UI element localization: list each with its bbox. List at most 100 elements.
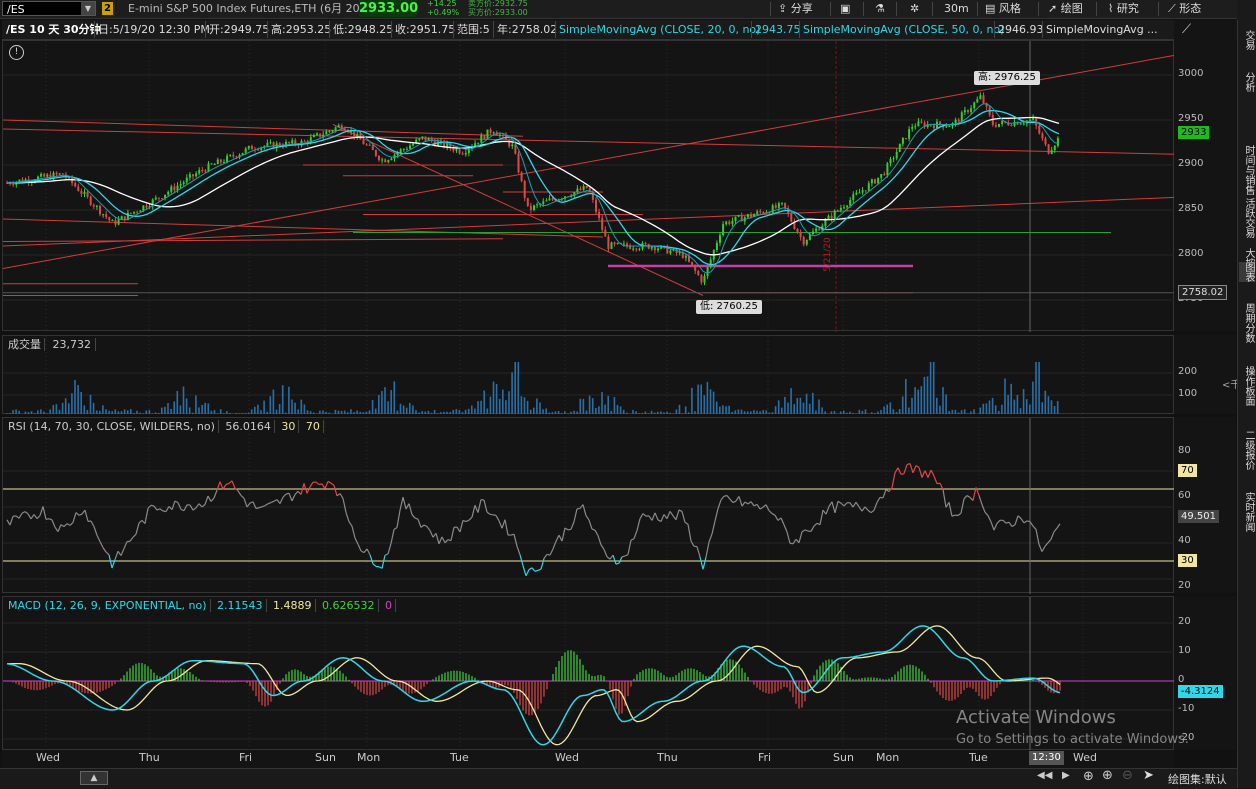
drawing-tool-icon[interactable]: ⟋ [1182,22,1191,37]
macd-histogram-bar [741,668,742,681]
volume-bar [877,412,879,414]
sidebar-tab[interactable]: 周期分数 [1239,303,1254,343]
price-tick: 2800 [1178,248,1203,260]
macd-histogram-bar [513,681,514,693]
candle-body [480,135,482,143]
rsi-segment [964,496,967,499]
candle-body [806,240,808,245]
candle-body [583,186,585,190]
gear-icon[interactable]: ✲ [910,0,919,17]
info-icon[interactable]: ! [9,45,24,60]
macd-histogram-bar [420,681,421,689]
rsi-segment [1048,539,1051,543]
macd-histogram-bar [339,671,340,681]
rsi-segment [700,557,703,569]
draw-button[interactable]: ➚ 绘图 [1048,0,1083,17]
rsi-segment [241,495,244,498]
macd-histogram-bar [459,671,460,681]
chevron-down-icon[interactable]: ▼ [81,2,95,15]
day-label: Thu [139,751,160,765]
sidebar-tab[interactable]: 图表 [1239,262,1254,282]
volume-bar [883,406,885,414]
sma3-label[interactable]: SimpleMovingAvg ... [1046,22,1158,37]
candle-body [580,189,582,190]
scroll-left-icon[interactable]: ◀◀ [1037,770,1052,781]
rsi-segment [997,520,1000,523]
macd-histogram-bar [864,678,865,681]
candle-body [158,198,160,199]
day-label: Wed [1073,751,1097,765]
macd-histogram-bar [438,675,439,681]
rsi-pane[interactable]: RSI (14, 70, 30, CLOSE, WILDERS, no) 56.… [2,417,1174,593]
macd-histogram-bar [570,650,571,681]
macd-histogram-bar [891,677,892,681]
rsi-segment [310,482,313,487]
timeframe-button[interactable]: 30m [944,0,969,17]
rsi-segment [781,518,784,525]
calendar-icon[interactable]: ▣ [840,0,850,17]
flask-icon[interactable]: ⚗ [875,0,885,17]
style-button[interactable]: ▤ 风格 [985,0,1021,17]
macd-histogram-bar [798,681,799,709]
volume-bar [214,410,216,414]
volume-bar [589,396,591,414]
rsi-label[interactable]: RSI (14, 70, 30, CLOSE, WILDERS, no) [5,420,219,433]
zoom-in-icon[interactable]: ⊕ [1102,768,1113,783]
sidebar-tab[interactable]: 活跃交易 [1239,198,1254,238]
sma50-label[interactable]: SimpleMovingAvg (CLOSE, 50, 0, no) [803,22,1004,37]
macd-histogram-bar [921,671,922,681]
macd-histogram-bar [114,681,115,684]
candle-body [638,249,640,250]
rsi-segment [688,524,691,541]
volume-bar [245,413,247,414]
candle-body [831,216,833,219]
sidebar-tab[interactable]: 分析 [1239,72,1254,92]
candle-body [87,192,89,197]
symbol-input[interactable]: /ES ▼ [2,1,96,16]
crosshair-icon[interactable]: ⊕ [1083,769,1094,784]
rsi-tick: 80 [1178,445,1191,457]
divider [1038,2,1039,16]
link-group-badge[interactable]: 2 [102,2,113,15]
macd-label[interactable]: MACD (12, 26, 9, EXPONENTIAL, no) [5,599,211,612]
share-button[interactable]: ⇪ 分享 [778,0,813,17]
rsi-segment [877,497,880,502]
volume-pane[interactable]: 成交量 23,732 [2,335,1174,414]
cursor-icon[interactable]: ➤ [1143,768,1154,783]
divider [830,2,831,16]
macd-histogram-bar [81,681,82,692]
sidebar-tab[interactable]: 二级报价 [1239,430,1254,470]
macd-histogram-bar [792,681,793,697]
study-button[interactable]: ⌇ 研究 [1108,0,1139,17]
volume-bar [914,387,916,414]
macd-histogram-bar [822,662,823,681]
pattern-button[interactable]: ⟋ 形态 [1168,0,1201,17]
rsi-segment [40,506,43,515]
candle-body [710,259,712,267]
volume-bar [338,411,340,414]
macd-diff: 0.626532 [319,599,379,612]
sidebar-tab[interactable]: 实时新闻 [1239,492,1254,532]
candle-body [700,275,702,282]
drawing-set-label[interactable]: 绘图集:默认 [1168,771,1227,787]
volume-bar [359,412,361,414]
macd-histogram-bar [369,681,370,696]
macd-histogram-bar [696,670,697,681]
rsi-segment [238,491,241,496]
candle-body [62,173,64,174]
macd-histogram-bar [651,668,652,681]
rsi-segment [457,527,460,532]
sma20-label[interactable]: SimpleMovingAvg (CLOSE, 20, 0, no) [559,22,760,37]
sidebar-tab[interactable]: 操作板面 [1239,366,1254,406]
scroll-right-icon[interactable]: ▶ [1062,770,1070,781]
collapse-panel-button[interactable]: ▲ [80,771,108,785]
macd-histogram-bar [657,671,658,681]
sidebar-tab[interactable]: 交易 [1239,30,1254,50]
sidebar-tab[interactable]: 时间与销售 [1239,145,1254,195]
zoom-out-icon[interactable]: ⊖ [1122,768,1133,783]
macd-histogram-bar [576,655,577,681]
volume-bar [347,412,349,414]
macd-histogram-bar [978,681,979,696]
trend-line [3,219,603,237]
volume-bar [685,406,687,414]
